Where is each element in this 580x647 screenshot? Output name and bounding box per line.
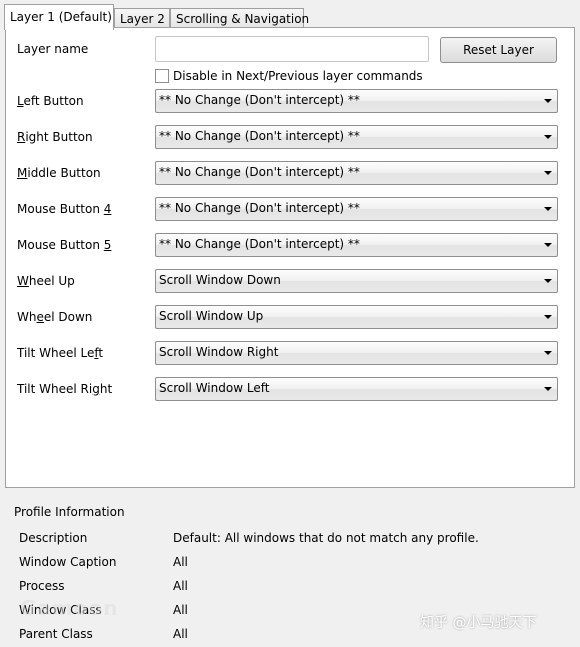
right-button-value: ** No Change (Don't intercept) ** (159, 129, 360, 143)
left-button-label: Left Button (17, 94, 84, 108)
tab-layer-1[interactable]: Layer 1 (Default) (4, 4, 114, 30)
wheel-down-value: Scroll Window Up (159, 309, 264, 323)
layer-name-label: Layer name (17, 42, 89, 56)
chevron-down-icon (544, 387, 552, 391)
chevron-down-icon (544, 207, 552, 211)
chevron-down-icon (544, 315, 552, 319)
left-button-value: ** No Change (Don't intercept) ** (159, 93, 360, 107)
tilt-wheel-left-select[interactable]: Scroll Window Right (155, 341, 558, 365)
watermark-text: 知乎 @小马驰天下 (420, 615, 537, 631)
chevron-down-icon (544, 171, 552, 175)
process-label: Process (19, 579, 65, 593)
tilt-wheel-right-value: Scroll Window Left (159, 381, 270, 395)
middle-button-value: ** No Change (Don't intercept) ** (159, 165, 360, 179)
wheel-up-select[interactable]: Scroll Window Down (155, 269, 558, 293)
window-class-value: All (173, 603, 188, 617)
layer-name-input[interactable] (155, 36, 429, 62)
tilt-wheel-right-label: Tilt Wheel Right (17, 382, 113, 396)
middle-button-label: Middle Button (17, 166, 101, 180)
wheel-down-select[interactable]: Scroll Window Up (155, 305, 558, 329)
mouse-button-5-select[interactable]: ** No Change (Don't intercept) ** (155, 233, 558, 257)
mouse-button-4-label: Mouse Button 4 (17, 202, 112, 216)
tab-strip: Layer 1 (Default) Layer 2 Scrolling & Na… (4, 4, 576, 30)
wheel-down-label: Wheel Down (17, 310, 93, 324)
right-button-select[interactable]: ** No Change (Don't intercept) ** (155, 125, 558, 149)
window-caption-label: Window Caption (19, 555, 117, 569)
wheel-up-label: Wheel Up (17, 274, 75, 288)
profile-information-title: Profile Information (14, 505, 125, 519)
chevron-down-icon (544, 351, 552, 355)
disable-layer-commands-option[interactable]: Disable in Next/Previous layer commands (155, 69, 423, 83)
disable-layer-commands-checkbox[interactable] (155, 69, 169, 83)
tilt-wheel-left-label: Tilt Wheel Left (17, 346, 104, 360)
disable-layer-commands-label: Disable in Next/Previous layer commands (173, 69, 423, 83)
mouse-button-4-select[interactable]: ** No Change (Don't intercept) ** (155, 197, 558, 221)
mouse-button-5-value: ** No Change (Don't intercept) ** (159, 237, 360, 251)
tilt-wheel-right-select[interactable]: Scroll Window Left (155, 377, 558, 401)
description-value: Default: All windows that do not match a… (173, 531, 479, 545)
reset-layer-button[interactable]: Reset Layer (440, 37, 557, 63)
mouse-button-4-value: ** No Change (Don't intercept) ** (159, 201, 360, 215)
mouse-button-5-label: Mouse Button 5 (17, 238, 112, 252)
left-button-select[interactable]: ** No Change (Don't intercept) ** (155, 89, 558, 113)
tilt-wheel-left-value: Scroll Window Right (159, 345, 279, 359)
layer-panel: Layer name Reset Layer Disable in Next/P… (5, 27, 575, 488)
chevron-down-icon (544, 135, 552, 139)
parent-class-value: All (173, 627, 188, 641)
window-class-label: Window Class (19, 603, 102, 617)
chevron-down-icon (544, 279, 552, 283)
process-value: All (173, 579, 188, 593)
middle-button-select[interactable]: ** No Change (Don't intercept) ** (155, 161, 558, 185)
parent-class-label: Parent Class (19, 627, 93, 641)
description-label: Description (19, 531, 88, 545)
right-button-label: Right Button (17, 130, 93, 144)
chevron-down-icon (544, 99, 552, 103)
chevron-down-icon (544, 243, 552, 247)
window-caption-value: All (173, 555, 188, 569)
wheel-up-value: Scroll Window Down (159, 273, 281, 287)
